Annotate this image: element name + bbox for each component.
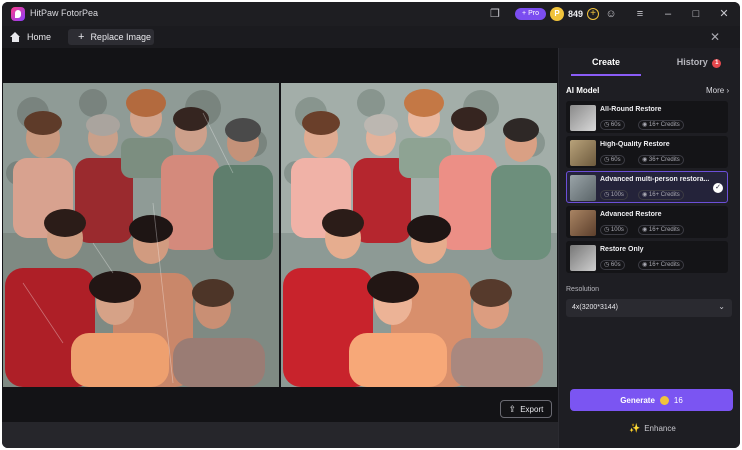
model-credits: ◉ 36+ Credits xyxy=(638,155,684,165)
enhance-button[interactable]: ✨ Enhance xyxy=(629,423,676,434)
model-time-value: 100s xyxy=(610,227,624,233)
model-time: ◷ 100s xyxy=(600,225,628,235)
tab-bar: Home + Replace Image ✕ xyxy=(2,26,740,48)
selected-check-icon: ✓ xyxy=(713,183,723,193)
model-credits-value: 16+ Credits xyxy=(648,262,680,268)
original-photo xyxy=(3,83,279,387)
model-credits-value: 16+ Credits xyxy=(648,192,680,198)
settings-panel: Create History 1 AI Model More › All-Rou… xyxy=(558,48,740,448)
model-card-advanced-restore[interactable]: Advanced Restore ◷ 100s ◉ 16+ Credits xyxy=(566,206,728,238)
model-credits: ◉ 16+ Credits xyxy=(638,120,684,130)
close-tab-icon[interactable]: ✕ xyxy=(710,30,720,44)
pro-badge[interactable]: + Pro xyxy=(515,8,546,20)
replace-image-button[interactable]: + Replace Image xyxy=(68,29,154,45)
title-bar: HitPaw FotorPea ❐ + Pro P 849 + ☺ ≡ – □ … xyxy=(2,2,740,26)
chevron-down-icon: ⌄ xyxy=(718,302,725,311)
export-icon: ⇪ xyxy=(508,403,517,414)
model-credits: ◉ 16+ Credits xyxy=(638,190,684,200)
model-thumbnail xyxy=(570,140,596,166)
tab-history-label: History xyxy=(676,57,708,67)
model-time: ◷ 60s xyxy=(600,155,625,165)
model-credits: ◉ 16+ Credits xyxy=(638,260,684,270)
model-card-high-quality-restore[interactable]: High-Quality Restore ◷ 60s ◉ 36+ Credits xyxy=(566,136,728,168)
more-models-link[interactable]: More › xyxy=(706,86,729,95)
model-time-value: 100s xyxy=(610,192,624,198)
menu-icon[interactable]: ≡ xyxy=(633,7,647,21)
model-credits-value: 16+ Credits xyxy=(648,122,680,128)
resolution-select[interactable]: 4x(3200*3144) ⌄ xyxy=(566,299,732,317)
home-icon xyxy=(10,31,21,43)
model-name: High-Quality Restore xyxy=(600,141,670,148)
tab-home-label: Home xyxy=(27,32,52,42)
ai-model-heading: AI Model xyxy=(566,86,600,95)
plus-icon: + xyxy=(78,30,85,43)
resolution-value: 4x(3200*3144) xyxy=(572,304,618,311)
model-time-value: 60s xyxy=(610,122,621,128)
model-card-all-round-restore[interactable]: All-Round Restore ◷ 60s ◉ 16+ Credits xyxy=(566,101,728,133)
model-name: Restore Only xyxy=(600,246,644,253)
preview-canvas: ⇪ Export xyxy=(2,48,558,422)
credits-count: 849 xyxy=(568,9,584,19)
model-time: ◷ 60s xyxy=(600,120,625,130)
model-credits: ◉ 16+ Credits xyxy=(638,225,684,235)
model-time: ◷ 60s xyxy=(600,260,625,270)
app-logo xyxy=(11,7,25,21)
model-time-value: 60s xyxy=(610,157,621,163)
model-name: Advanced multi-person restora... xyxy=(600,176,710,183)
coin-icon: P xyxy=(550,7,564,21)
app-title: HitPaw FotorPea xyxy=(30,8,99,18)
close-icon[interactable]: ✕ xyxy=(717,7,731,21)
model-name: Advanced Restore xyxy=(600,211,662,218)
add-credits-icon[interactable]: + xyxy=(587,8,599,20)
restored-photo xyxy=(281,83,557,387)
model-time-value: 60s xyxy=(610,262,621,268)
tab-create-label: Create xyxy=(591,57,620,67)
maximize-icon[interactable]: □ xyxy=(689,7,703,21)
tab-create[interactable]: Create xyxy=(571,48,641,76)
account-icon[interactable]: ☺ xyxy=(604,7,618,21)
resolution-label: Resolution xyxy=(566,286,600,293)
enhance-label: Enhance xyxy=(644,424,676,433)
export-label: Export xyxy=(520,404,544,414)
history-count-badge: 1 xyxy=(712,59,722,68)
export-button[interactable]: ⇪ Export xyxy=(500,400,552,418)
model-credits-value: 36+ Credits xyxy=(648,157,680,163)
tab-history[interactable]: History 1 xyxy=(669,48,729,76)
model-card-advanced-multi-person-restore[interactable]: Advanced multi-person restora... ◷ 100s … xyxy=(566,171,728,203)
model-list: All-Round Restore ◷ 60s ◉ 16+ Credits Hi… xyxy=(566,101,730,275)
model-thumbnail xyxy=(570,175,596,201)
bottom-strip xyxy=(2,422,558,448)
minimize-icon[interactable]: – xyxy=(661,7,675,21)
model-thumbnail xyxy=(570,210,596,236)
enhance-icon: ✨ xyxy=(629,423,641,433)
generate-button[interactable]: Generate 16 xyxy=(570,389,733,411)
tab-home[interactable]: Home xyxy=(10,29,51,45)
feedback-icon[interactable]: ❐ xyxy=(488,7,502,21)
replace-image-label: Replace Image xyxy=(90,32,151,42)
generate-cost: 16 xyxy=(673,395,683,405)
generate-label: Generate xyxy=(620,395,655,405)
model-name: All-Round Restore xyxy=(600,106,662,113)
more-models-label: More xyxy=(706,86,725,95)
model-thumbnail xyxy=(570,245,596,271)
model-thumbnail xyxy=(570,105,596,131)
model-time: ◷ 100s xyxy=(600,190,628,200)
coin-icon xyxy=(659,395,669,405)
model-card-restore-only[interactable]: Restore Only ◷ 60s ◉ 16+ Credits xyxy=(566,241,728,273)
model-credits-value: 16+ Credits xyxy=(648,227,680,233)
app-window: HitPaw FotorPea ❐ + Pro P 849 + ☺ ≡ – □ … xyxy=(2,2,740,448)
